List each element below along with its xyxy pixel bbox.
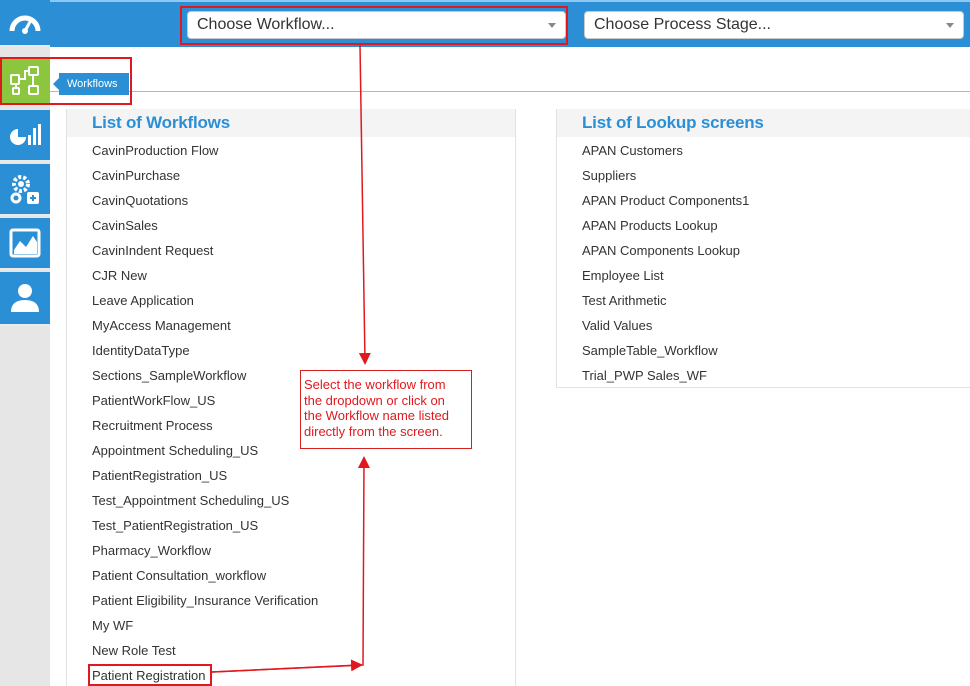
- chevron-down-icon: [548, 23, 556, 28]
- lookup-item[interactable]: Valid Values: [557, 313, 970, 338]
- lookup-item[interactable]: Employee List: [557, 263, 970, 288]
- workflow-item[interactable]: IdentityDataType: [67, 338, 515, 363]
- nav-user[interactable]: [0, 272, 50, 326]
- settings-icon: [10, 175, 39, 204]
- workflow-item[interactable]: Patient Registration: [67, 663, 515, 686]
- workflow-item[interactable]: Test_Appointment Scheduling_US: [67, 488, 515, 513]
- lookup-item[interactable]: APAN Products Lookup: [557, 213, 970, 238]
- reports-icon: [10, 124, 41, 145]
- workflow-item[interactable]: My WF: [67, 613, 515, 638]
- lookup-item[interactable]: Suppliers: [557, 163, 970, 188]
- workflow-item[interactable]: Test_PatientRegistration_US: [67, 513, 515, 538]
- workflow-select-placeholder: Choose Workflow...: [197, 16, 335, 33]
- workflow-item[interactable]: Patient Consultation_workflow: [67, 563, 515, 588]
- lookup-item[interactable]: APAN Customers: [557, 138, 970, 163]
- workflow-item[interactable]: Pharmacy_Workflow: [67, 538, 515, 563]
- workflow-item[interactable]: New Role Test: [67, 638, 515, 663]
- nav-analytics[interactable]: [0, 218, 50, 270]
- lookup-item[interactable]: APAN Components Lookup: [557, 238, 970, 263]
- workflows-tooltip: Workflows: [53, 73, 129, 95]
- workflows-icon: [10, 66, 39, 95]
- lookup-list: APAN Customers Suppliers APAN Product Comp…: [557, 137, 970, 388]
- sidebar: [0, 0, 50, 686]
- workflow-item[interactable]: CavinPurchase: [67, 163, 515, 188]
- workflow-item[interactable]: CJR New: [67, 263, 515, 288]
- lookup-item[interactable]: Test Arithmetic: [557, 288, 970, 313]
- header-divider: [50, 91, 970, 92]
- user-icon: [11, 284, 39, 312]
- workflow-item[interactable]: Patient Eligibility_Insurance Verificati…: [67, 588, 515, 613]
- workflow-item[interactable]: MyAccess Management: [67, 313, 515, 338]
- dashboard-icon: [9, 15, 41, 34]
- workflow-item[interactable]: CavinSales: [67, 213, 515, 238]
- workflow-item[interactable]: PatientRegistration_US: [67, 463, 515, 488]
- chevron-down-icon: [946, 23, 954, 28]
- workflow-item[interactable]: Leave Application: [67, 288, 515, 313]
- stage-select-placeholder: Choose Process Stage...: [594, 16, 771, 33]
- lookup-item[interactable]: APAN Product Components1: [557, 188, 970, 213]
- lookup-item[interactable]: Trial_PWP Sales_WF: [557, 363, 970, 388]
- nav-reports[interactable]: [0, 110, 50, 162]
- analytics-icon: [9, 228, 41, 258]
- nav-dashboard[interactable]: [0, 0, 50, 47]
- workflow-select[interactable]: Choose Workflow...: [187, 11, 566, 39]
- top-bar: Choose Workflow... Choose Process Stage.…: [50, 0, 970, 47]
- annotation-callout: Select the workflow from the dropdown or…: [300, 370, 472, 449]
- workflow-item[interactable]: CavinProduction Flow: [67, 138, 515, 163]
- workflow-item[interactable]: CavinQuotations: [67, 188, 515, 213]
- lookups-panel: List of Lookup screens APAN Customers Sup…: [556, 109, 970, 388]
- nav-workflows[interactable]: [0, 58, 50, 106]
- workflows-panel-title: List of Workflows: [67, 109, 515, 137]
- nav-settings[interactable]: [0, 164, 50, 216]
- lookups-panel-title: List of Lookup screens: [557, 109, 970, 137]
- lookup-item[interactable]: SampleTable_Workflow: [557, 338, 970, 363]
- workflow-item[interactable]: CavinIndent Request: [67, 238, 515, 263]
- process-stage-select[interactable]: Choose Process Stage...: [584, 11, 964, 39]
